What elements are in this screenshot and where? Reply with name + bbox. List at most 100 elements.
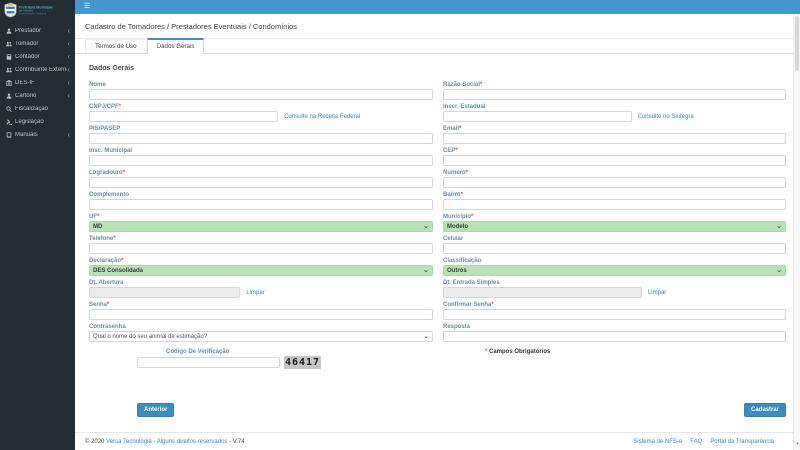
sidebar: Prefeitura Municipal de Modelo Administr… (0, 0, 75, 450)
senha-input[interactable] (89, 309, 433, 320)
scroll-down-arrow-icon[interactable]: ▾ (794, 441, 800, 447)
insc-municipal-input[interactable] (89, 155, 433, 166)
form-left-column: Nome CNPJ/CPF*Consulte na Receita Federal… (89, 81, 433, 369)
field-label: Insc. Municipal (89, 147, 433, 155)
users-icon (6, 41, 15, 47)
chevron-down-icon: ⌄ (423, 224, 429, 229)
required-star: * (480, 82, 482, 88)
tab-termos-de-uso[interactable]: Termos de Uso (85, 39, 147, 53)
field-cnpj-cpf: CNPJ/CPF*Consulte na Receita Federal (89, 103, 433, 122)
field-label: Email* (443, 125, 786, 133)
previous-button[interactable]: Anterior (137, 403, 174, 417)
declaracao-select[interactable]: DES Consolidada⌄ (89, 265, 433, 276)
consulte-na-receita-federal-link[interactable]: Consulte na Receita Federal (284, 114, 360, 120)
sidebar-item-contador[interactable]: Contador‹ (0, 50, 75, 63)
field-pis-pasep: PIS/PASEP (89, 125, 433, 144)
sidebar-item-label: Fiscalização (15, 106, 71, 112)
chevron-left-icon: ‹ (67, 93, 71, 99)
copyright-prefix: © 2020 (85, 439, 104, 445)
sidebar-item-contribuinte-externo[interactable]: Contribuinte Externo‹ (0, 63, 75, 76)
required-star: * (466, 170, 468, 176)
classificacao-select[interactable]: Outros⌄ (443, 265, 786, 276)
section-heading: Dados Gerais (89, 65, 786, 72)
required-star: * (121, 258, 123, 264)
municipio-select[interactable]: Modelo⌄ (443, 221, 786, 232)
field-label: Dt. Abertura (89, 279, 433, 287)
sidebar-item-label: Contribuinte Externo (15, 67, 67, 73)
sidebar-item-label: Prestador (15, 28, 67, 34)
consulte-no-sintegra-link[interactable]: Consulte no Sintegra (638, 114, 694, 120)
tab-dados-gerais[interactable]: Dados Gerais (147, 38, 205, 54)
field-label: Celular (443, 235, 786, 243)
inscr-estadual-input[interactable] (443, 111, 632, 122)
cnpj-cpf-input[interactable] (89, 111, 278, 122)
field-label: Numero* (443, 169, 786, 177)
sidebar-item-manuais[interactable]: Manuais‹ (0, 128, 75, 141)
required-note-star: * (485, 349, 487, 355)
cep-input[interactable] (443, 155, 786, 166)
logo-text-line1: Prefeitura Municipal (19, 5, 52, 9)
captcha-field: Código De Verificação 46417 (89, 348, 433, 369)
sidebar-menu: Prestador‹Tomador‹Contador‹Contribuinte … (0, 24, 75, 141)
company-link[interactable]: Versa Tecnologia - Alguns direitos reser… (106, 439, 227, 445)
sidebar-item-cartorio[interactable]: Cartório‹ (0, 89, 75, 102)
captcha-input[interactable] (137, 357, 280, 368)
field-label: Nome (89, 81, 433, 89)
logradouro-input[interactable] (89, 177, 433, 188)
field-razao-social: Razão Social* (443, 81, 786, 100)
hamburger-menu-icon[interactable]: ☰ (84, 0, 90, 14)
sidebar-item-label: Tomador (15, 41, 67, 47)
pis-pasep-input[interactable] (89, 133, 433, 144)
vertical-scrollbar[interactable]: ▾ (793, 14, 800, 450)
required-star: * (123, 170, 125, 176)
field-label: Bairro* (443, 191, 786, 199)
footer-link-sistema-de-nfs-e[interactable]: Sistema de NFS-e (633, 439, 682, 445)
sidebar-item-label: Contador (15, 54, 67, 60)
celular-input[interactable] (443, 243, 786, 254)
sidebar-item-prestador[interactable]: Prestador‹ (0, 24, 75, 37)
field-complemento: Complemento (89, 191, 433, 210)
users-icon (6, 67, 15, 73)
limpar-link[interactable]: Limpar (246, 290, 264, 296)
uf-select[interactable]: MD⌄ (89, 221, 433, 232)
scrollbar-thumb[interactable] (795, 16, 799, 71)
numero-input[interactable] (443, 177, 786, 188)
field-label: PIS/PASEP (89, 125, 433, 133)
select-value: Modelo (447, 224, 468, 230)
sidebar-item-label: Legislação (15, 119, 71, 125)
field-dt-abertura: Dt. Abertura Limpar (89, 279, 433, 298)
complemento-input[interactable] (89, 199, 433, 210)
field-label: Dt. Entrada Simples (443, 279, 786, 287)
limpar-link[interactable]: Limpar (648, 290, 666, 296)
required-star: * (107, 302, 109, 308)
sidebar-item-des-if[interactable]: DES-IF‹ (0, 76, 75, 89)
confirmar-senha-input[interactable] (443, 309, 786, 320)
field-label: Classificação (443, 257, 786, 265)
contrasenha-select[interactable]: Qual o nome do seu animal de estimação?⌄ (89, 331, 433, 342)
footer-link-faq[interactable]: FAQ (690, 439, 702, 445)
sidebar-item-tomador[interactable]: Tomador‹ (0, 37, 75, 50)
logo-text: Prefeitura Municipal de Modelo Administr… (19, 5, 52, 15)
razao-social-input[interactable] (443, 89, 786, 100)
telefone-input[interactable] (89, 243, 433, 254)
sidebar-item-label: Manuais (15, 132, 67, 138)
bairro-input[interactable] (443, 199, 786, 210)
register-button[interactable]: Cadastrar (744, 403, 786, 417)
resposta-input[interactable] (443, 331, 786, 342)
field-numero: Numero* (443, 169, 786, 188)
sidebar-item-legislacao[interactable]: Legislação (0, 115, 75, 128)
field-label: Município* (443, 213, 786, 221)
required-star: * (113, 236, 115, 242)
footer-link-portal-da-transparencia[interactable]: Portal da Transparência (710, 439, 774, 445)
sidebar-item-fiscalizacao[interactable]: Fiscalização (0, 102, 75, 115)
version-text: - V.74 (229, 439, 244, 445)
email-input[interactable] (443, 133, 786, 144)
field-telefone: Telefone* (89, 235, 433, 254)
required-note: * Campos Obrigatórios (485, 349, 786, 355)
field-label: Confirmar Senha* (443, 301, 786, 309)
required-star: * (461, 192, 463, 198)
select-value: Outros (447, 268, 467, 274)
nome-input[interactable] (89, 89, 433, 100)
chevron-left-icon: ‹ (67, 41, 71, 47)
field-label: Resposta (443, 323, 786, 331)
